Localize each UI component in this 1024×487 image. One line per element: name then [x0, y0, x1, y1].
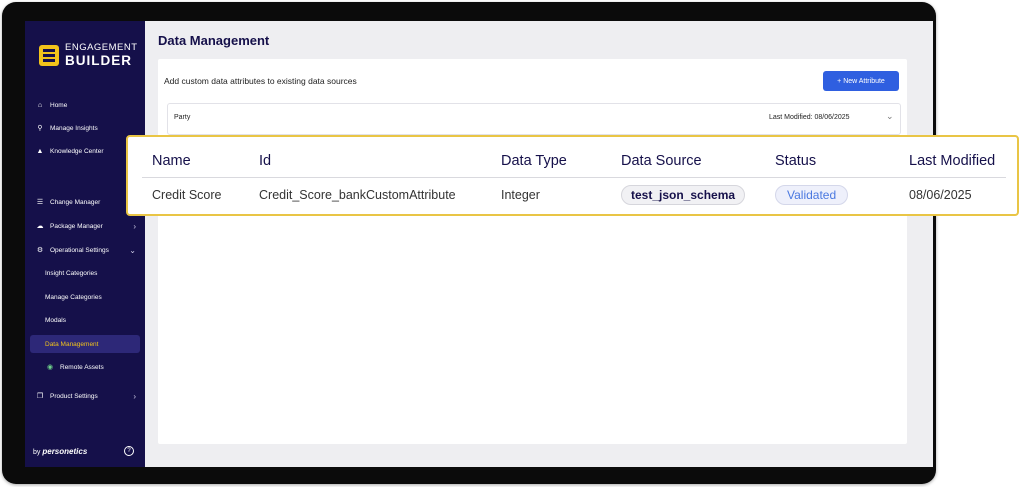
gear-icon: ⚙ — [36, 247, 44, 254]
package-icon: ☁ — [36, 223, 44, 230]
new-attribute-button[interactable]: + New Attribute — [823, 71, 899, 91]
page-description: Add custom data attributes to existing d… — [164, 76, 357, 86]
engagement-builder-logo[interactable]: ENGAGEMENT BUILDER — [39, 43, 138, 67]
sidebar-item-package-manager[interactable]: ☁ Package Manager › — [30, 217, 140, 235]
tablet-frame: ENGAGEMENT BUILDER ⌂ Home ⚲ Manage Insig… — [2, 2, 936, 484]
last-modified-text: Last Modified: 08/06/2025 — [769, 114, 850, 121]
pin-icon: ⚲ — [37, 125, 43, 132]
sidebar-item-product-settings[interactable]: ❐ Product Settings › — [30, 387, 140, 405]
list-icon: ☰ — [36, 199, 44, 206]
cell-name: Credit Score — [152, 188, 222, 202]
home-icon: ⌂ — [37, 101, 43, 109]
table-divider — [142, 177, 1006, 178]
chevron-down-icon: ⌄ — [129, 245, 136, 255]
logo-icon — [39, 44, 59, 66]
sidebar-item-change-manager[interactable]: ☰ Change Manager — [30, 193, 140, 211]
table-header: Name Id Data Type Data Source Status Las… — [128, 151, 1017, 177]
status-badge: Validated — [775, 185, 849, 205]
sidebar: ENGAGEMENT BUILDER ⌂ Home ⚲ Manage Insig… — [25, 21, 145, 467]
column-header-id: Id — [259, 153, 272, 169]
data-source-chip: test_json_schema — [621, 185, 746, 205]
cell-id: Credit_Score_bankCustomAttribute — [259, 188, 456, 202]
sidebar-item-insight-categories[interactable]: Insight Categories — [30, 264, 140, 282]
attribute-table-highlight: Name Id Data Type Data Source Status Las… — [126, 135, 1019, 216]
sidebar-item-manage-insights[interactable]: ⚲ Manage Insights — [30, 119, 140, 137]
sidebar-item-remote-assets[interactable]: ◉ Remote Assets — [30, 358, 140, 376]
column-header-status: Status — [775, 153, 817, 169]
column-header-last-modified: Last Modified — [909, 153, 996, 169]
cell-data-type: Integer — [501, 188, 540, 202]
personetics-logo: personetics — [42, 447, 88, 456]
data-source-row-party[interactable]: Party Last Modified: 08/06/2025 ⌄ — [167, 103, 901, 135]
chevron-down-icon[interactable]: ⌄ — [886, 111, 894, 122]
brand-footer: by personetics — [33, 447, 88, 456]
data-source-name: Party — [174, 114, 191, 121]
status-dot-icon: ◉ — [46, 364, 54, 371]
page-title: Data Management — [158, 33, 270, 48]
graduation-cap-icon: ▲ — [36, 147, 44, 155]
sidebar-item-home[interactable]: ⌂ Home — [30, 96, 140, 114]
chevron-right-icon: › — [133, 221, 136, 231]
column-header-name: Name — [152, 153, 191, 169]
sidebar-item-manage-categories[interactable]: Manage Categories — [30, 288, 140, 306]
help-icon[interactable]: ? — [124, 446, 134, 456]
sidebar-item-knowledge-center[interactable]: ▲ Knowledge Center — [30, 142, 140, 160]
app-screen: ENGAGEMENT BUILDER ⌂ Home ⚲ Manage Insig… — [25, 21, 933, 467]
cell-last-modified: 08/06/2025 — [909, 188, 972, 202]
column-header-data-type: Data Type — [501, 153, 567, 169]
logo-bottom-text: BUILDER — [65, 52, 132, 68]
logo-top-text: ENGAGEMENT — [65, 42, 138, 53]
sidebar-item-modals[interactable]: Modals — [30, 311, 140, 329]
column-header-data-source: Data Source — [621, 153, 702, 169]
table-row[interactable]: Credit Score Credit_Score_bankCustomAttr… — [128, 182, 1017, 208]
sidebar-item-data-management[interactable]: Data Management — [30, 335, 140, 353]
product-icon: ❐ — [36, 393, 44, 400]
sidebar-item-operational-settings[interactable]: ⚙ Operational Settings ⌄ — [30, 241, 140, 259]
data-management-card: Add custom data attributes to existing d… — [158, 59, 907, 444]
chevron-right-icon: › — [133, 391, 136, 401]
